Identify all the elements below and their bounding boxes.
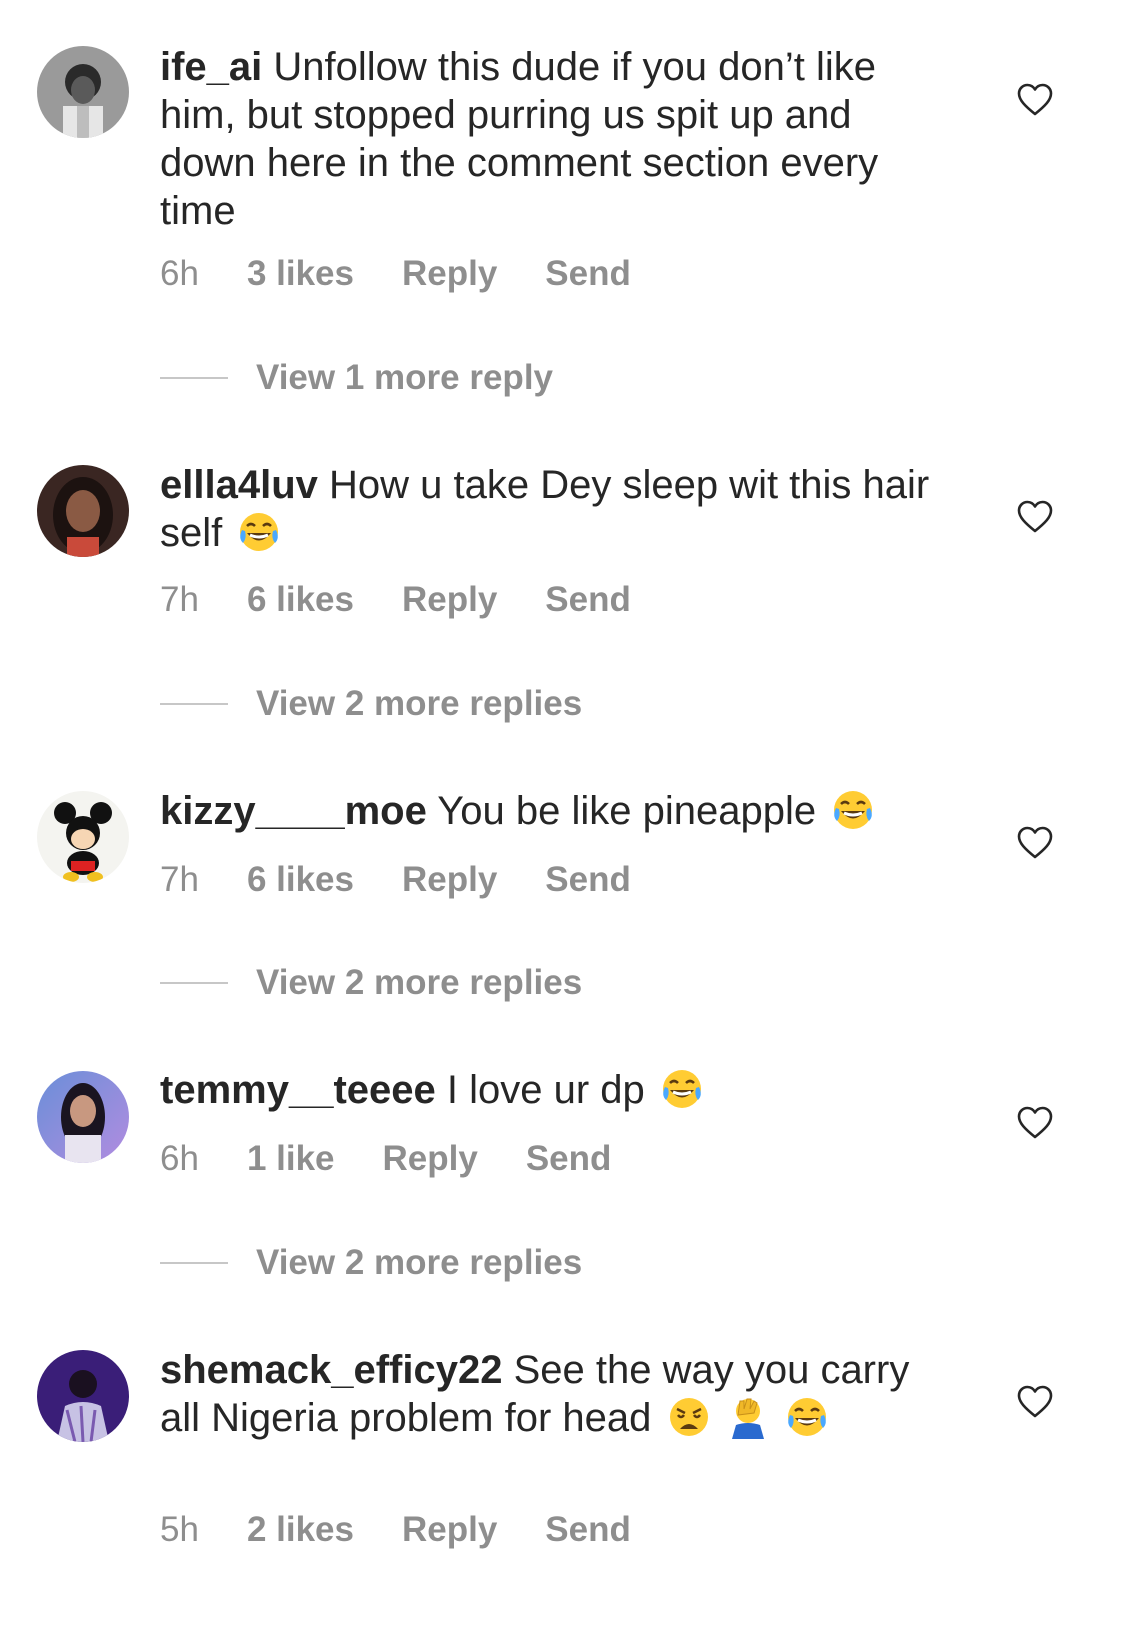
comment-time: 6h <box>160 1139 199 1178</box>
comment-username[interactable]: kizzy____moe <box>160 789 427 833</box>
avatar[interactable] <box>37 1071 129 1163</box>
comment-meta: 6h 1 like Reply Send <box>160 1139 659 1179</box>
likes-count[interactable]: 2 likes <box>247 1510 354 1550</box>
comment-meta: 7h 6 likes Reply Send <box>160 860 679 900</box>
divider-line <box>160 982 228 984</box>
divider-line <box>160 1262 228 1264</box>
send-button[interactable]: Send <box>545 254 631 294</box>
tears-of-joy-emoji-icon <box>240 513 279 551</box>
divider-line <box>160 703 228 705</box>
comment-text: ife_ai Unfollow this dude if you don’t l… <box>160 43 950 235</box>
send-button[interactable]: Send <box>545 1510 631 1550</box>
comment-time: 7h <box>160 580 199 619</box>
comment-username[interactable]: ife_ai <box>160 45 262 89</box>
comment-time: 6h <box>160 254 199 293</box>
reply-button[interactable]: Reply <box>402 254 497 294</box>
comment-meta: 7h 6 likes Reply Send <box>160 580 679 620</box>
view-replies-button[interactable]: View 2 more replies <box>160 684 582 724</box>
heart-icon[interactable] <box>1015 497 1055 537</box>
view-replies-button[interactable]: View 2 more replies <box>160 963 582 1003</box>
comment-username[interactable]: temmy__teeee <box>160 1068 436 1112</box>
divider-line <box>160 377 228 379</box>
likes-count[interactable]: 6 likes <box>247 860 354 900</box>
tears-of-joy-emoji-icon <box>834 791 873 829</box>
likes-count[interactable]: 1 like <box>247 1139 335 1179</box>
comment-text: kizzy____moe You be like pineapple <box>160 787 950 835</box>
view-replies-button[interactable]: View 1 more reply <box>160 358 553 398</box>
view-replies-label: View 2 more replies <box>256 963 583 1002</box>
weary-face-emoji-icon <box>669 1398 708 1436</box>
view-replies-label: View 1 more reply <box>256 358 554 397</box>
reply-button[interactable]: Reply <box>402 860 497 900</box>
facepalm-emoji-icon <box>731 1398 764 1439</box>
view-replies-button[interactable]: View 2 more replies <box>160 1243 582 1283</box>
avatar[interactable] <box>37 1350 129 1442</box>
comment-time: 7h <box>160 860 199 899</box>
send-button[interactable]: Send <box>545 580 631 620</box>
avatar[interactable] <box>37 465 129 557</box>
reply-button[interactable]: Reply <box>402 1510 497 1550</box>
comment-username[interactable]: shemack_efficy22 <box>160 1348 502 1392</box>
comment-meta: 6h 3 likes Reply Send <box>160 254 679 294</box>
comment-username[interactable]: ellla4luv <box>160 463 318 507</box>
comment-text: ellla4luv How u take Dey sleep wit this … <box>160 461 950 557</box>
view-replies-label: View 2 more replies <box>256 1243 583 1282</box>
reply-button[interactable]: Reply <box>402 580 497 620</box>
tears-of-joy-emoji-icon <box>787 1398 826 1436</box>
heart-icon[interactable] <box>1015 80 1055 120</box>
comment-body: I love ur dp <box>435 1068 645 1112</box>
comment-body: Unfollow this dude if you don’t like him… <box>160 45 879 233</box>
avatar[interactable] <box>37 791 129 883</box>
comment-text: temmy__teeee I love ur dp <box>160 1066 950 1114</box>
likes-count[interactable]: 6 likes <box>247 580 354 620</box>
tears-of-joy-emoji-icon <box>662 1070 701 1108</box>
send-button[interactable]: Send <box>545 860 631 900</box>
avatar[interactable] <box>37 46 129 138</box>
heart-icon[interactable] <box>1015 823 1055 863</box>
view-replies-label: View 2 more replies <box>256 684 583 723</box>
comment-time: 5h <box>160 1510 199 1549</box>
likes-count[interactable]: 3 likes <box>247 254 354 294</box>
heart-icon[interactable] <box>1015 1103 1055 1143</box>
comment-meta: 5h 2 likes Reply Send <box>160 1510 679 1550</box>
heart-icon[interactable] <box>1015 1382 1055 1422</box>
send-button[interactable]: Send <box>526 1139 612 1179</box>
comment-text: shemack_efficy22 See the way you carry a… <box>160 1346 950 1442</box>
reply-button[interactable]: Reply <box>383 1139 478 1179</box>
comment-body: You be like pineapple <box>426 789 817 833</box>
